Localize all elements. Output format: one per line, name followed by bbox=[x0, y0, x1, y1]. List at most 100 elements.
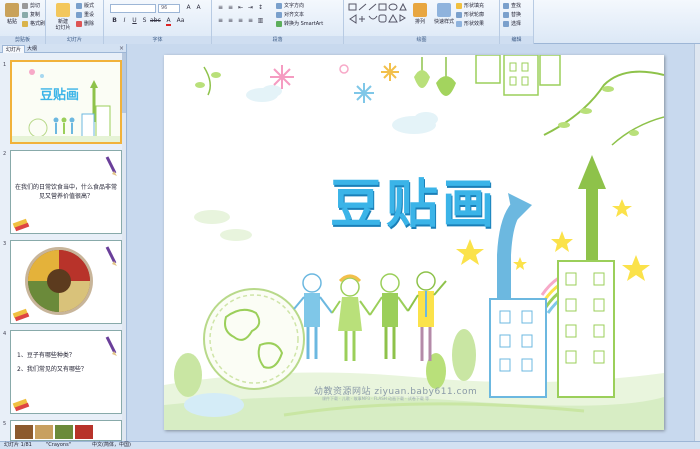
slide-title[interactable]: 豆贴画 bbox=[164, 162, 664, 237]
binoculars-icon bbox=[503, 3, 509, 9]
align-left-button[interactable]: ≡ bbox=[216, 17, 225, 25]
tab-outline[interactable]: 大纲 bbox=[24, 45, 40, 53]
delete-icon bbox=[76, 21, 82, 27]
slide-thumbnail-2[interactable]: 在我们的日常饮食当中，什么食品非常见又营养价值很高？ bbox=[10, 150, 122, 234]
slides-panel: 幻灯片 大纲 × 1 豆贴画 2 在我们的日常饮食当中，什么食品非常见又营养价值… bbox=[0, 44, 127, 441]
slide-number: 4 bbox=[3, 331, 7, 337]
arrange-button[interactable]: 排列 bbox=[410, 2, 430, 32]
new-slide-button[interactable]: 新建 幻灯片 bbox=[52, 2, 74, 32]
copy-icon bbox=[22, 12, 28, 18]
text-direction-icon bbox=[276, 3, 282, 9]
slide-number: 1 bbox=[3, 62, 7, 68]
delete-button[interactable]: 删除 bbox=[76, 20, 94, 28]
copy-button[interactable]: 复制 bbox=[22, 11, 40, 19]
clipboard-group: 粘贴 剪切 复制 格式刷 剪贴板 bbox=[0, 0, 46, 44]
scissors-icon bbox=[22, 3, 28, 9]
bullets-button[interactable]: ≡ bbox=[216, 4, 225, 12]
slide-thumbnail-5[interactable] bbox=[10, 420, 122, 441]
flower-shape bbox=[354, 83, 374, 103]
slides-group-label: 幻灯片 bbox=[46, 36, 103, 44]
change-case-button[interactable]: Aa bbox=[176, 17, 185, 25]
close-icon[interactable]: × bbox=[119, 44, 124, 53]
font-group: 96 A A B I U S abc A Aa 字体 bbox=[104, 0, 212, 44]
ribbon: 粘贴 剪切 复制 格式刷 剪贴板 新建 幻灯片 版式 重设 删除 幻灯片 96 … bbox=[0, 0, 700, 44]
underline-button[interactable]: U bbox=[130, 17, 139, 25]
bold-button[interactable]: B bbox=[110, 17, 119, 25]
language-indicator[interactable]: 中文(简体，中国) bbox=[92, 442, 131, 449]
justify-button[interactable]: ≡ bbox=[246, 17, 255, 25]
align-right-button[interactable]: ≡ bbox=[236, 17, 245, 25]
theme-name: "Crayons" bbox=[46, 442, 72, 448]
shapes-gallery[interactable] bbox=[348, 3, 408, 31]
replace-button[interactable]: 替换 bbox=[503, 11, 521, 19]
clipboard-group-label: 剪贴板 bbox=[0, 36, 45, 44]
thumbnail-3-art bbox=[11, 241, 121, 323]
slides-group: 新建 幻灯片 版式 重设 删除 幻灯片 bbox=[46, 0, 104, 44]
decrease-indent-button[interactable]: ⇤ bbox=[236, 4, 245, 12]
text-direction-button[interactable]: 文字方向 bbox=[276, 2, 304, 10]
thumbnail-4-line2: 2、我们常见的又有哪些？ bbox=[17, 366, 87, 373]
shadow-button[interactable]: S bbox=[140, 17, 149, 25]
reset-icon bbox=[76, 12, 82, 18]
quick-styles-icon bbox=[437, 3, 451, 17]
select-button[interactable]: 选择 bbox=[503, 20, 521, 28]
align-center-button[interactable]: ≡ bbox=[226, 17, 235, 25]
quick-styles-button[interactable]: 快速样式 bbox=[432, 2, 456, 32]
shape-outline-button[interactable]: 形状轮廓 bbox=[456, 11, 484, 19]
shrink-font-button[interactable]: A bbox=[194, 4, 203, 12]
align-text-icon bbox=[276, 12, 282, 18]
slide-number: 5 bbox=[3, 421, 7, 427]
align-text-button[interactable]: 对齐文本 bbox=[276, 11, 304, 19]
grow-font-button[interactable]: A bbox=[184, 4, 193, 12]
arrange-icon bbox=[413, 3, 427, 17]
layout-button[interactable]: 版式 bbox=[76, 2, 94, 10]
drawing-group: 排列 快速样式 形状填充 形状轮廓 形状效果 绘图 bbox=[344, 0, 500, 44]
reset-button[interactable]: 重设 bbox=[76, 11, 94, 19]
slide-editor: 豆贴画 幼教资源网站 ziyuan.baby611.com 课件下载 · 儿歌 … bbox=[128, 44, 700, 441]
fill-bucket-icon bbox=[456, 3, 462, 9]
smartart-button[interactable]: 转换为 SmartArt bbox=[276, 20, 323, 28]
font-group-label: 字体 bbox=[104, 36, 211, 44]
editing-group-label: 编辑 bbox=[500, 36, 533, 44]
drawing-group-label: 绘图 bbox=[344, 36, 499, 44]
thumbnail-2-text: 在我们的日常饮食当中，什么食品非常见又营养价值很高？ bbox=[15, 184, 118, 200]
cut-button[interactable]: 剪切 bbox=[22, 2, 40, 10]
slide-number: 3 bbox=[3, 241, 7, 247]
tab-slides[interactable]: 幻灯片 bbox=[2, 45, 26, 53]
scrollbar-thumb[interactable] bbox=[122, 53, 126, 113]
font-size-select[interactable]: 96 bbox=[158, 4, 180, 13]
font-name-select[interactable] bbox=[110, 4, 156, 13]
panel-scrollbar[interactable] bbox=[122, 53, 126, 441]
increase-indent-button[interactable]: ⇥ bbox=[246, 4, 255, 12]
italic-button[interactable]: I bbox=[120, 17, 129, 25]
editor-scrollbar[interactable] bbox=[694, 44, 700, 441]
current-slide[interactable]: 豆贴画 幼教资源网站 ziyuan.baby611.com 课件下载 · 儿歌 … bbox=[164, 55, 664, 430]
panel-tabs: 幻灯片 大纲 × bbox=[0, 44, 126, 53]
paste-icon bbox=[5, 3, 19, 17]
line-spacing-button[interactable]: ↕ bbox=[256, 4, 265, 12]
thumbnail-1-title: 豆贴画 bbox=[40, 88, 80, 103]
font-color-button[interactable]: A bbox=[164, 17, 173, 26]
format-painter-button[interactable]: 格式刷 bbox=[22, 20, 45, 28]
columns-button[interactable]: ▥ bbox=[256, 17, 265, 25]
slide-thumbnail-4[interactable]: 1、豆子有哪些种类？ 2、我们常见的又有哪些？ bbox=[10, 330, 122, 414]
paragraph-group: ≡ ≡ ⇤ ⇥ ↕ ≡ ≡ ≡ ≡ ▥ 文字方向 对齐文本 转换为 SmartA… bbox=[212, 0, 344, 44]
slide-thumbnail-3[interactable] bbox=[10, 240, 122, 324]
smartart-icon bbox=[276, 21, 282, 27]
shape-fill-button[interactable]: 形状填充 bbox=[456, 2, 484, 10]
thumbnail-1-art bbox=[12, 62, 120, 142]
watermark-subtext: 课件下载 · 儿歌 · 故事MP3 · FLASH 动画下载 · 试卷下载 等 bbox=[322, 396, 430, 401]
replace-icon bbox=[503, 12, 509, 18]
outline-pen-icon bbox=[456, 12, 462, 18]
strikethrough-button[interactable]: abc bbox=[150, 17, 161, 25]
slide-number: 2 bbox=[3, 151, 7, 157]
slide-thumbnail-1[interactable]: 豆贴画 bbox=[10, 60, 122, 144]
layout-icon bbox=[76, 3, 82, 9]
paste-button[interactable]: 粘贴 bbox=[2, 2, 22, 32]
numbering-button[interactable]: ≡ bbox=[226, 4, 235, 12]
shape-effects-button[interactable]: 形状效果 bbox=[456, 20, 484, 28]
new-slide-icon bbox=[56, 3, 70, 17]
find-button[interactable]: 查找 bbox=[503, 2, 521, 10]
cursor-icon bbox=[503, 21, 509, 27]
paragraph-group-label: 段落 bbox=[212, 36, 343, 44]
